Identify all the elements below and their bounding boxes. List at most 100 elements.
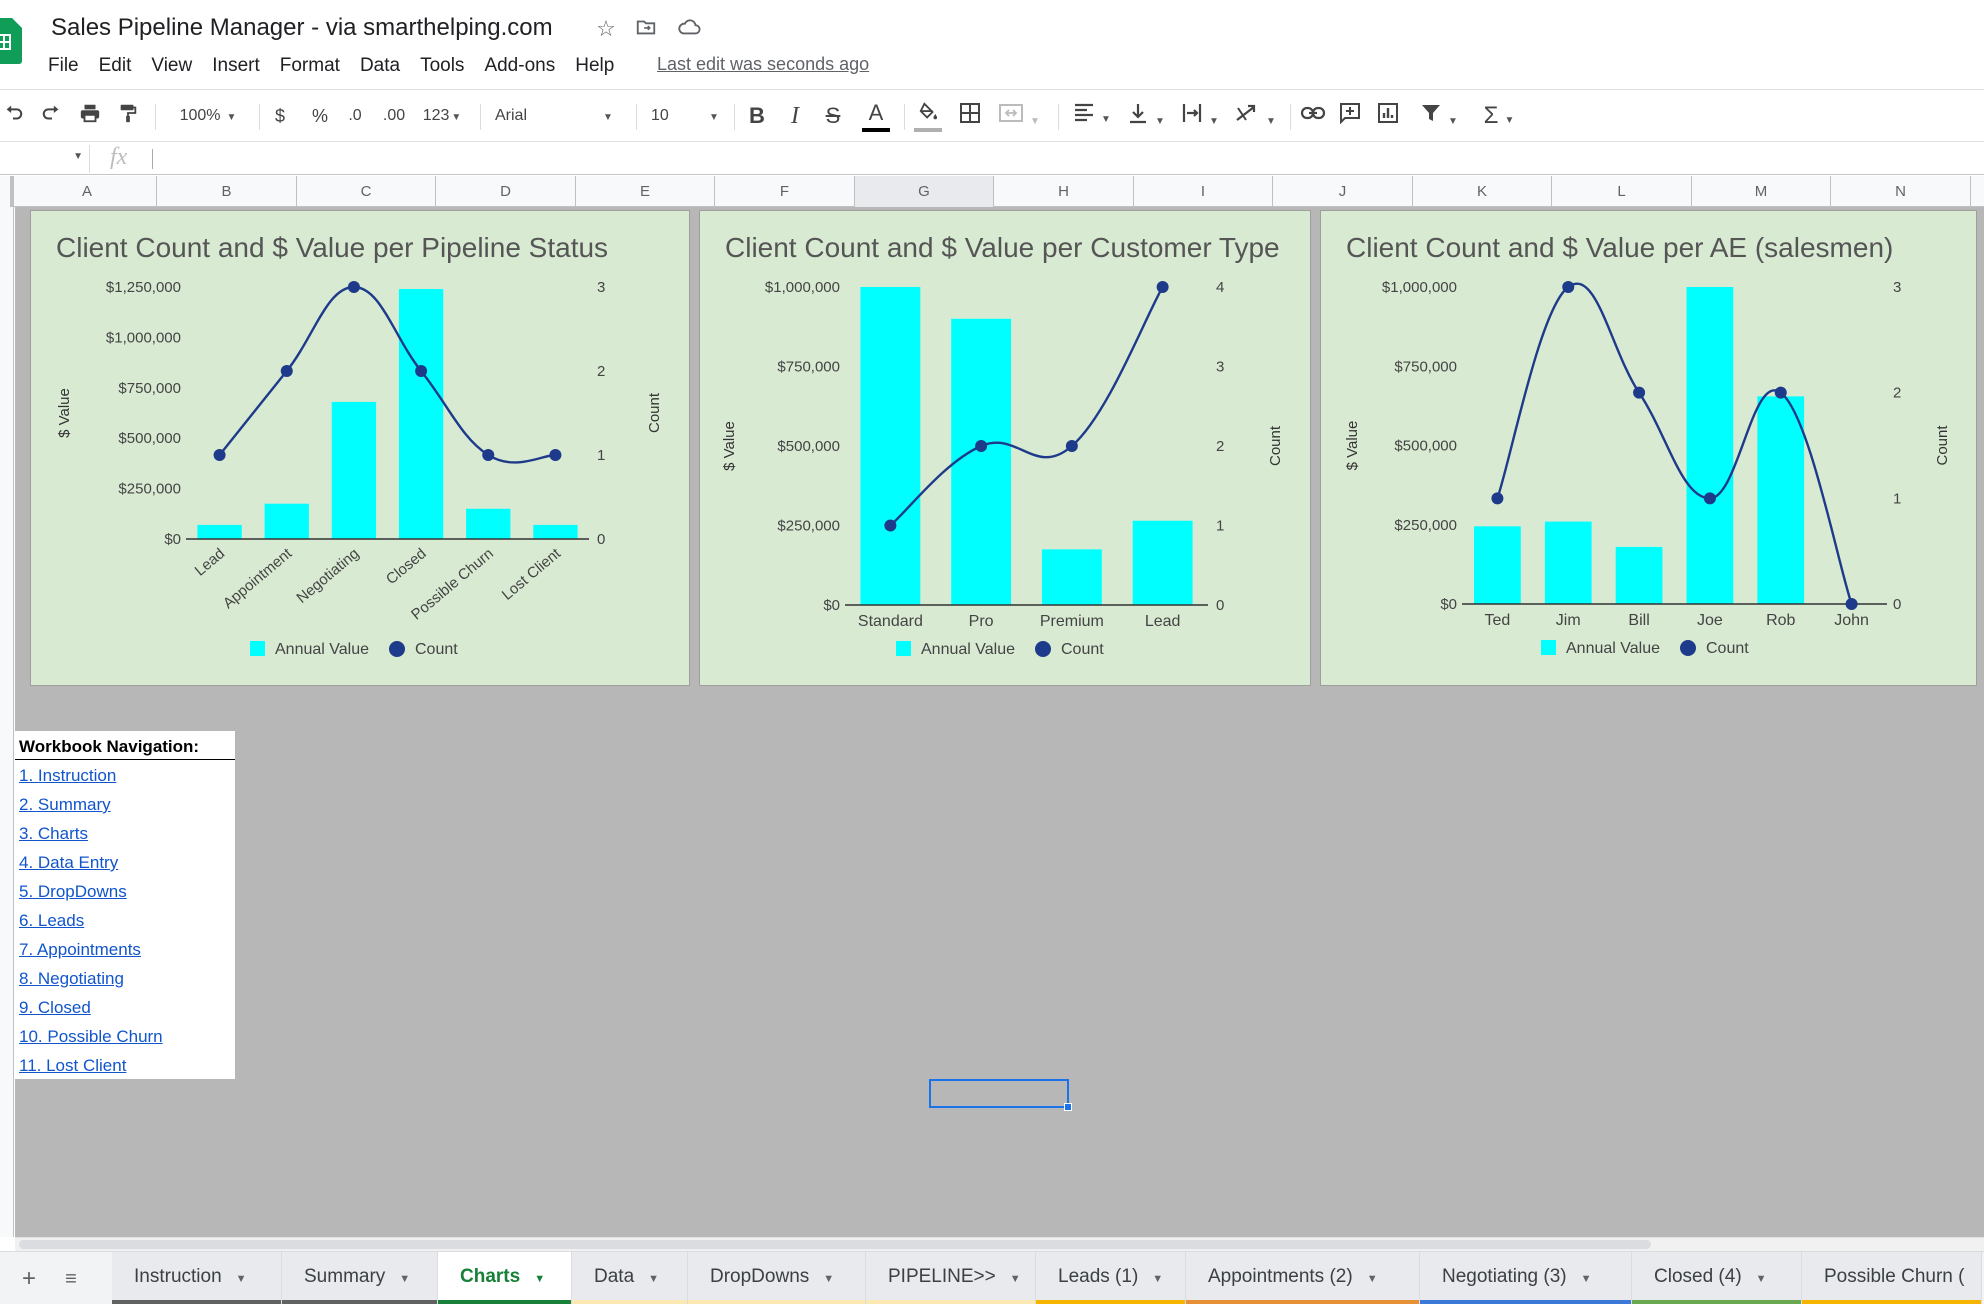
sheet-tab-instruction[interactable]: Instruction ▼ [112,1252,282,1304]
sheet-tab-negotiating-3[interactable]: Negotiating (3) ▼ [1420,1252,1632,1304]
zoom-select[interactable]: 100% ▼ [170,102,246,130]
tab-menu-caret-icon[interactable]: ▼ [1756,1273,1767,1285]
sheets-logo-icon[interactable] [0,18,22,64]
tab-menu-caret-icon[interactable]: ▼ [1581,1273,1592,1285]
text-wrap-icon[interactable]: ▼ [1178,102,1222,130]
column-header-b[interactable]: B [157,176,297,207]
vertical-align-icon[interactable]: ▼ [1124,102,1168,130]
sheet-tab-data[interactable]: Data ▼ [572,1252,688,1304]
nav-link-summary[interactable]: 2. Summary [19,795,111,815]
nav-link-possible-churn[interactable]: 10. Possible Churn [19,1027,163,1047]
last-edit-link[interactable]: Last edit was seconds ago [657,54,869,75]
column-header-m[interactable]: M [1692,176,1831,207]
sheet-tab-charts[interactable]: Charts ▼ [438,1252,572,1304]
filter-icon[interactable]: ▼ [1414,102,1464,130]
insert-chart-icon[interactable] [1374,102,1402,130]
sheet-tab-appointments-2[interactable]: Appointments (2) ▼ [1186,1252,1420,1304]
horizontal-align-icon[interactable]: ▼ [1070,102,1114,130]
nav-link-data-entry[interactable]: 4. Data Entry [19,853,118,873]
scrollbar-thumb[interactable] [19,1240,1651,1249]
column-header-l[interactable]: L [1552,176,1692,207]
percent-format-button[interactable]: % [308,102,332,130]
column-header-n[interactable]: N [1831,176,1971,207]
nav-link-instruction[interactable]: 1. Instruction [19,766,116,786]
tab-menu-caret-icon[interactable]: ▼ [534,1273,545,1285]
sheet-tab-pipeline[interactable]: PIPELINE>> ▼ [866,1252,1036,1304]
nav-link-closed[interactable]: 9. Closed [19,998,91,1018]
column-header-f[interactable]: F [715,176,855,207]
menu-file[interactable]: File [48,53,89,79]
column-header-j[interactable]: J [1273,176,1413,207]
nav-link-dropdowns[interactable]: 5. DropDowns [19,882,127,902]
tab-menu-caret-icon[interactable]: ▼ [1152,1273,1163,1285]
nav-link-lost-client[interactable]: 11. Lost Client [19,1056,126,1076]
column-header-h[interactable]: H [994,176,1134,207]
currency-format-button[interactable]: $ [270,102,290,130]
functions-icon[interactable]: Σ ▼ [1476,102,1522,130]
column-header-i[interactable]: I [1134,176,1273,207]
decrease-decimal-button[interactable]: .0 [342,102,368,130]
tab-menu-caret-icon[interactable]: ▼ [1010,1273,1021,1285]
font-size-select[interactable]: 10 ▼ [651,102,725,130]
increase-decimal-button[interactable]: .00 [378,102,410,130]
all-sheets-icon[interactable]: ≡ [56,1264,86,1294]
column-header-d[interactable]: D [436,176,576,207]
fill-handle[interactable] [1064,1103,1072,1111]
cloud-status-icon[interactable] [676,16,702,42]
menu-insert[interactable]: Insert [212,53,270,79]
column-header-g[interactable]: G [855,176,994,207]
sheet-tab-dropdowns[interactable]: DropDowns ▼ [688,1252,866,1304]
star-icon[interactable]: ☆ [593,16,619,42]
strikethrough-button[interactable]: S [820,102,846,130]
nav-link-charts[interactable]: 3. Charts [19,824,88,844]
menu-add-ons[interactable]: Add-ons [484,53,565,79]
text-rotation-icon[interactable]: ▼ [1232,102,1278,130]
sheet-tab-closed-4[interactable]: Closed (4) ▼ [1632,1252,1802,1304]
print-icon[interactable] [76,102,104,130]
bold-button[interactable]: B [744,102,770,130]
insert-comment-icon[interactable] [1336,102,1364,130]
document-title[interactable]: Sales Pipeline Manager - via smarthelpin… [51,14,553,42]
more-formats-button[interactable]: 123 ▼ [418,102,466,130]
chart-pipeline-status[interactable]: Client Count and $ Value per Pipeline St… [30,210,690,686]
tab-menu-caret-icon[interactable]: ▼ [648,1273,659,1285]
menu-data[interactable]: Data [360,53,410,79]
nav-link-leads[interactable]: 6. Leads [19,911,84,931]
undo-icon[interactable] [0,102,26,130]
merge-cells-icon[interactable]: ▼ [996,102,1042,130]
sheet-tab-possible-churn[interactable]: Possible Churn ( [1802,1252,1982,1304]
borders-icon[interactable] [956,102,984,130]
tab-menu-caret-icon[interactable]: ▼ [236,1273,247,1285]
sheet-tab-summary[interactable]: Summary ▼ [282,1252,438,1304]
nav-link-negotiating[interactable]: 8. Negotiating [19,969,124,989]
tab-menu-caret-icon[interactable]: ▼ [823,1273,834,1285]
column-header-k[interactable]: K [1413,176,1552,207]
insert-link-icon[interactable] [1298,102,1328,130]
column-header-a[interactable]: A [18,176,157,207]
name-box[interactable]: ▼ [0,145,90,173]
formula-input[interactable] [152,149,153,169]
select-all-corner[interactable] [0,176,14,207]
text-color-button[interactable]: A [862,102,890,132]
move-folder-icon[interactable] [633,16,659,42]
nav-link-appointments[interactable]: 7. Appointments [19,940,141,960]
menu-tools[interactable]: Tools [420,53,474,79]
italic-button[interactable]: I [782,102,808,130]
chart-customer-type[interactable]: Client Count and $ Value per Customer Ty… [699,210,1311,686]
tab-menu-caret-icon[interactable]: ▼ [399,1273,410,1285]
add-sheet-icon[interactable]: + [14,1264,44,1294]
menu-view[interactable]: View [151,53,202,79]
column-header-e[interactable]: E [576,176,715,207]
column-header-c[interactable]: C [297,176,436,207]
font-family-select[interactable]: Arial ▼ [495,102,621,130]
active-cell-selection[interactable] [929,1079,1072,1111]
tab-menu-caret-icon[interactable]: ▼ [1367,1273,1378,1285]
paint-format-icon[interactable] [114,102,142,130]
fill-color-icon[interactable] [914,102,942,132]
horizontal-scrollbar[interactable] [15,1237,1984,1251]
menu-format[interactable]: Format [280,53,350,79]
redo-icon[interactable] [38,102,66,130]
sheet-tab-leads-1[interactable]: Leads (1) ▼ [1036,1252,1186,1304]
menu-help[interactable]: Help [575,53,624,79]
menu-edit[interactable]: Edit [99,53,142,79]
